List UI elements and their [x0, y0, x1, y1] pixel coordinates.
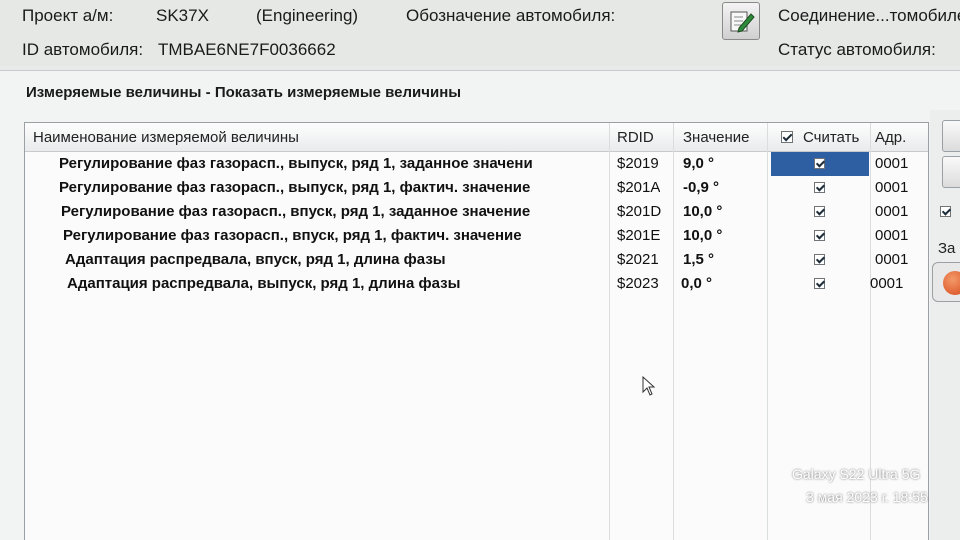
edit-button[interactable]: [722, 2, 760, 40]
row-rdid: $201D: [617, 203, 662, 220]
row-addr: 0001: [870, 275, 904, 292]
app-window: Проект а/м: SK37X (Engineering) Обозначе…: [0, 0, 960, 540]
table-row[interactable]: Регулирование фаз газорасп., выпуск, ряд…: [25, 152, 928, 176]
row-value: 9,0 °: [683, 155, 715, 172]
row-value: 10,0 °: [683, 227, 723, 244]
column-header-value[interactable]: Значение: [683, 129, 750, 146]
select-all-checkbox[interactable]: [781, 131, 793, 143]
edit-icon: [730, 11, 755, 33]
stop-button[interactable]: [932, 262, 960, 302]
row-read-checkbox[interactable]: [814, 278, 825, 289]
row-name: Адаптация распредвала, впуск, ряд 1, дли…: [65, 251, 446, 268]
row-name: Регулирование фаз газорасп., впуск, ряд …: [63, 227, 522, 244]
table-row[interactable]: Регулирование фаз газорасп., выпуск, ряд…: [25, 176, 928, 200]
row-rdid: $2023: [617, 275, 659, 292]
side-label: За: [938, 240, 956, 257]
toolbar-button[interactable]: [942, 120, 960, 152]
stop-icon: [943, 271, 960, 295]
row-read-checkbox[interactable]: [814, 182, 825, 193]
row-name: Адаптация распредвала, выпуск, ряд 1, дл…: [67, 275, 461, 292]
toolbar-button[interactable]: [942, 156, 960, 188]
column-header-read[interactable]: Считать: [803, 129, 859, 146]
column-header-rdid[interactable]: RDID: [617, 129, 654, 146]
table-header: Наименование измеряемой величины RDID Зн…: [25, 123, 928, 152]
vehicle-info-header: Проект а/м: SK37X (Engineering) Обозначе…: [0, 0, 960, 66]
row-addr: 0001: [875, 251, 909, 268]
table-row[interactable]: Адаптация распредвала, выпуск, ряд 1, дл…: [25, 272, 928, 296]
table-row[interactable]: Адаптация распредвала, впуск, ряд 1, дли…: [25, 248, 928, 272]
vehicle-status-label: Статус автомобиля:: [778, 40, 936, 59]
row-addr: 0001: [875, 227, 909, 244]
section-title: Измеряемые величины - Показать измеряемы…: [26, 84, 462, 101]
option-checkbox[interactable]: [940, 206, 951, 217]
row-rdid: $2019: [617, 155, 659, 172]
row-value: -0,9 °: [683, 179, 720, 196]
column-header-addr[interactable]: Адр.: [875, 129, 906, 146]
column-header-name[interactable]: Наименование измеряемой величины: [33, 129, 299, 146]
vehicle-id-label: ID автомобиля:: [22, 40, 144, 59]
device-watermark: Galaxy S22 Ultra 5G: [792, 466, 921, 482]
project-mode: (Engineering): [256, 6, 359, 25]
vehicle-designation-label: Обозначение автомобиля:: [406, 6, 616, 25]
row-name: Регулирование фаз газорасп., выпуск, ряд…: [59, 179, 531, 196]
row-addr: 0001: [875, 203, 909, 220]
row-value: 1,5 °: [683, 251, 715, 268]
row-rdid: $201A: [617, 179, 661, 196]
row-addr: 0001: [875, 155, 909, 172]
project-label: Проект а/м:: [22, 6, 114, 25]
row-value: 10,0 °: [683, 203, 723, 220]
row-name: Регулирование фаз газорасп., впуск, ряд …: [61, 203, 531, 220]
table-row[interactable]: Регулирование фаз газорасп., впуск, ряд …: [25, 200, 928, 224]
row-read-checkbox[interactable]: [814, 230, 825, 241]
row-read-checkbox[interactable]: [814, 254, 825, 265]
vehicle-id-value: TMBAE6NE7F0036662: [158, 40, 336, 59]
project-value: SK37X: [156, 6, 209, 25]
row-addr: 0001: [875, 179, 909, 196]
row-read-checkbox[interactable]: [814, 206, 825, 217]
connection-label: Соединение...томобилем: [778, 6, 960, 25]
row-name: Регулирование фаз газорасп., выпуск, ряд…: [59, 155, 533, 172]
row-value: 0,0 °: [681, 275, 713, 292]
row-rdid: $2021: [617, 251, 659, 268]
row-rdid: $201E: [617, 227, 661, 244]
table-row[interactable]: Регулирование фаз газорасп., впуск, ряд …: [25, 224, 928, 248]
row-read-checkbox[interactable]: [814, 158, 825, 169]
mouse-cursor-icon: [642, 376, 656, 396]
datetime-watermark: 3 мая 2023 г. 18:55: [806, 489, 928, 505]
